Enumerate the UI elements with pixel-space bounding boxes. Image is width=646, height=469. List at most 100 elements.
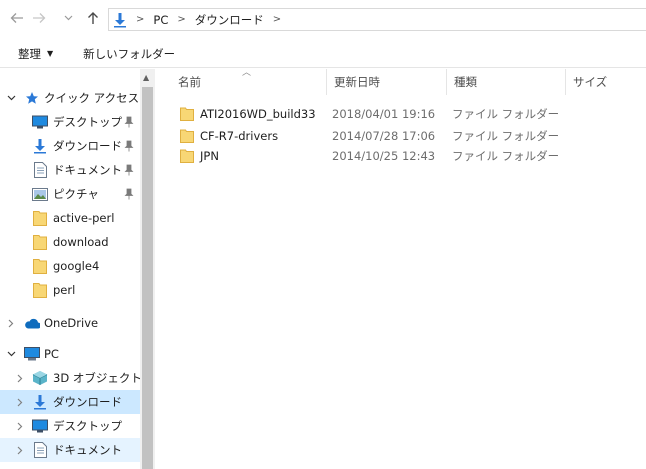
document-icon	[32, 162, 48, 178]
breadcrumb-separator[interactable]: >	[177, 14, 185, 25]
nav-label: PC	[44, 347, 59, 361]
column-name[interactable]: 名前	[170, 69, 325, 95]
nav-folder-google4[interactable]: google4	[0, 254, 140, 278]
file-row[interactable]: CF-R7-drivers 2014/07/28 17:06 ファイル フォルダ…	[172, 125, 632, 147]
expand-right-icon[interactable]	[15, 397, 25, 407]
nav-label: クイック アクセス	[44, 91, 140, 105]
nav-label: perl	[53, 283, 76, 297]
expand-right-icon[interactable]	[15, 445, 25, 455]
pin-icon[interactable]	[124, 140, 134, 152]
nav-label: download	[53, 235, 109, 249]
expand-right-icon[interactable]	[6, 318, 16, 328]
folder-icon	[32, 234, 48, 250]
forward-button[interactable]	[30, 9, 48, 27]
address-bar[interactable]: > PC > ダウンロード >	[108, 8, 646, 31]
nav-onedrive[interactable]: OneDrive	[0, 311, 140, 335]
computer-icon	[24, 346, 40, 362]
pictures-icon	[32, 186, 48, 202]
pin-icon[interactable]	[124, 164, 134, 176]
address-row: > PC > ダウンロード >	[0, 0, 646, 38]
arrow-up-icon	[88, 12, 98, 24]
folder-icon	[180, 129, 194, 146]
folder-icon	[180, 107, 194, 124]
file-list: ︿ 名前 更新日時 種類 サイズ ATI2016WD_build33 2018/…	[160, 68, 646, 469]
file-name: JPN	[200, 149, 219, 163]
column-header: ︿ 名前 更新日時 種類 サイズ	[160, 68, 646, 95]
file-modified: 2014/10/25 12:43	[332, 149, 436, 163]
arrow-right-icon	[33, 13, 46, 23]
nav-scrollbar[interactable]: ▲	[140, 69, 155, 469]
folder-icon	[32, 258, 48, 274]
nav-pc-downloads[interactable]: ダウンロード	[0, 390, 140, 414]
scrollbar-thumb[interactable]	[142, 87, 153, 469]
nav-downloads[interactable]: ダウンロード	[0, 134, 140, 158]
navigation-pane: クイック アクセス デスクトップ ダウンロード ドキュメント ピクチャ acti…	[0, 69, 155, 469]
breadcrumb-downloads[interactable]: ダウンロード	[195, 12, 264, 28]
nav-label: ダウンロード	[53, 139, 122, 153]
file-type: ファイル フォルダー	[452, 129, 560, 143]
command-bar: 整理 ▼ 新しいフォルダー	[0, 40, 646, 68]
chevron-down-icon	[64, 15, 72, 21]
nav-pc[interactable]: PC	[0, 342, 140, 366]
nav-label: デスクトップ	[53, 115, 122, 129]
pin-icon[interactable]	[124, 116, 134, 128]
cube-icon	[32, 370, 48, 386]
new-folder-button[interactable]: 新しいフォルダー	[83, 46, 175, 62]
nav-quick-access[interactable]: クイック アクセス	[0, 86, 140, 110]
caret-down-icon: ▼	[47, 49, 54, 58]
breadcrumb-separator[interactable]: >	[273, 14, 281, 25]
file-modified: 2014/07/28 17:06	[332, 129, 436, 143]
nav-folder-download[interactable]: download	[0, 230, 140, 254]
nav-label: google4	[53, 259, 100, 273]
file-row[interactable]: JPN 2014/10/25 12:43 ファイル フォルダー	[172, 145, 632, 167]
up-button[interactable]	[84, 9, 102, 27]
desktop-icon	[32, 418, 48, 434]
file-type: ファイル フォルダー	[452, 107, 560, 121]
file-type: ファイル フォルダー	[452, 149, 560, 163]
file-row[interactable]: ATI2016WD_build33 2018/04/01 19:16 ファイル …	[172, 103, 632, 125]
breadcrumb-pc[interactable]: PC	[153, 13, 168, 27]
nav-folder-perl[interactable]: perl	[0, 278, 140, 302]
scroll-up-icon[interactable]: ▲	[143, 73, 149, 82]
nav-label: active-perl	[53, 211, 115, 225]
breadcrumb-separator[interactable]: >	[136, 14, 144, 25]
file-modified: 2018/04/01 19:16	[332, 107, 436, 121]
download-arrow-icon	[113, 12, 127, 28]
nav-label: OneDrive	[44, 316, 99, 330]
desktop-icon	[32, 114, 48, 130]
nav-3d-objects[interactable]: 3D オブジェクト	[0, 366, 142, 390]
column-size[interactable]: サイズ	[565, 69, 645, 95]
arrow-left-icon	[10, 13, 23, 23]
organize-button[interactable]: 整理 ▼	[18, 46, 53, 62]
recent-locations-button[interactable]	[62, 9, 74, 27]
expand-right-icon[interactable]	[15, 421, 25, 431]
nav-pictures[interactable]: ピクチャ	[0, 182, 140, 206]
back-button[interactable]	[8, 9, 26, 27]
column-type[interactable]: 種類	[446, 69, 566, 95]
star-icon	[24, 90, 40, 106]
folder-icon	[32, 210, 48, 226]
nav-label: ダウンロード	[53, 395, 122, 409]
nav-pc-desktop[interactable]: デスクトップ	[0, 414, 140, 438]
nav-label: ドキュメント	[53, 163, 122, 177]
document-icon	[32, 442, 48, 458]
expand-down-icon[interactable]	[6, 93, 16, 103]
nav-label: デスクトップ	[53, 419, 122, 433]
nav-label: ドキュメント	[53, 443, 122, 457]
pin-icon[interactable]	[124, 188, 134, 200]
cloud-icon	[24, 315, 40, 331]
file-name: CF-R7-drivers	[200, 129, 279, 143]
column-modified[interactable]: 更新日時	[326, 69, 446, 95]
expand-down-icon[interactable]	[6, 349, 16, 359]
nav-documents[interactable]: ドキュメント	[0, 158, 140, 182]
nav-label: ピクチャ	[53, 187, 99, 201]
nav-pc-documents[interactable]: ドキュメント	[0, 438, 140, 462]
nav-desktop[interactable]: デスクトップ	[0, 110, 140, 134]
expand-right-icon[interactable]	[15, 373, 25, 383]
organize-label: 整理	[18, 46, 41, 61]
nav-label: 3D オブジェクト	[53, 371, 142, 385]
folder-icon	[32, 282, 48, 298]
file-name: ATI2016WD_build33	[200, 107, 316, 121]
download-arrow-icon	[32, 394, 48, 410]
nav-folder-active-perl[interactable]: active-perl	[0, 206, 140, 230]
